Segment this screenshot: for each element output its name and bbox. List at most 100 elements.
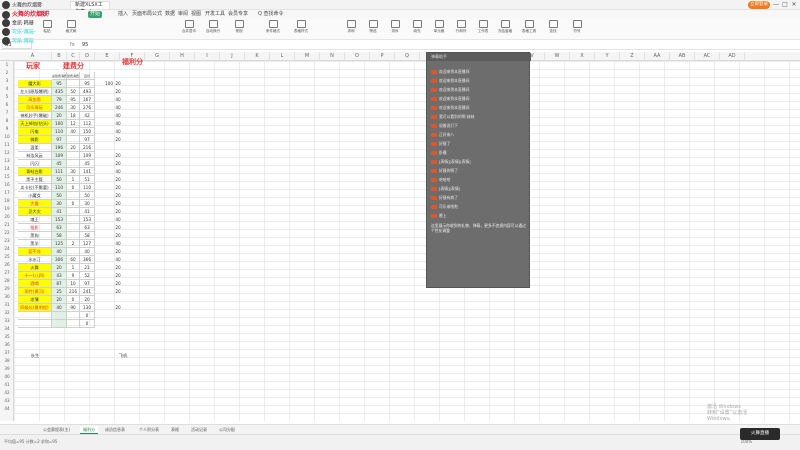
fee-cell[interactable]: 40 (67, 128, 80, 136)
total-fee-cell[interactable]: 109 (52, 152, 67, 160)
direct-pay-cell[interactable]: 42 (80, 112, 95, 120)
total-fee-cell[interactable]: 110 (52, 128, 67, 136)
total-fee-cell[interactable]: 25 (52, 288, 67, 296)
total-fee-cell[interactable]: 45 (52, 160, 67, 168)
maximize-icon[interactable]: □ (781, 1, 789, 9)
fee-cell[interactable]: 30 (67, 168, 80, 176)
worksheet-button[interactable]: 工作表 (472, 20, 494, 38)
total-fee-cell[interactable]: 79 (52, 96, 67, 104)
total-fee-cell[interactable] (52, 320, 67, 328)
total-fee-cell[interactable]: 30 (52, 200, 67, 208)
player-name-cell[interactable]: 凉薄 (18, 296, 52, 304)
chat-message[interactable]: 好骚的啊了 (431, 168, 458, 174)
player-name-cell[interactable]: 可乐再玩 (18, 104, 52, 112)
player-name-cell[interactable]: 闪闪 (18, 160, 52, 168)
player-name-cell[interactable]: 炎卡拉(不需要) (18, 184, 52, 192)
total-fee-cell[interactable]: 110 (52, 184, 67, 192)
total-fee-cell[interactable]: 20 (52, 296, 67, 304)
bonus-cell[interactable]: 20 (108, 304, 128, 312)
column-header-w[interactable]: W (545, 52, 570, 61)
total-fee-cell[interactable]: 306 (52, 256, 67, 264)
total-fee-cell[interactable]: 40 (52, 304, 67, 312)
wrap-text-button[interactable]: 自动换行 (202, 20, 224, 38)
player-name-cell[interactable]: 火舞 (18, 264, 52, 272)
chat-message[interactable]: 晚上 (431, 213, 447, 219)
table-style-button[interactable]: 表格样式 (290, 20, 312, 38)
bonus-cell[interactable]: 20 (108, 200, 128, 208)
fee-cell[interactable]: 1 (67, 264, 80, 272)
direct-pay-cell[interactable]: 216 (80, 144, 95, 152)
rows-columns-button[interactable]: 行和列 (450, 20, 472, 38)
player-name-cell[interactable]: 大量 (18, 200, 52, 208)
column-header-k[interactable]: K (245, 52, 270, 61)
table-tools-button[interactable]: 表格工具 (518, 20, 540, 38)
direct-pay-cell[interactable]: 20 (80, 296, 95, 304)
direct-pay-cell[interactable]: 276 (80, 104, 95, 112)
direct-pay-cell[interactable]: 58 (80, 232, 95, 240)
column-header-p[interactable]: P (370, 52, 395, 61)
menu-start-tab[interactable]: 开始 (88, 11, 102, 18)
fee-cell[interactable]: 12 (67, 120, 80, 128)
bonus-cell[interactable]: 40 (108, 240, 128, 248)
direct-pay-cell[interactable]: 97 (80, 280, 95, 288)
player-name-cell[interactable]: 酒喝 (18, 280, 52, 288)
fee-cell[interactable] (67, 152, 80, 160)
chat-message[interactable]: [表情][表情][表情] (431, 159, 471, 165)
fee-cell[interactable] (67, 232, 80, 240)
sheet-tab[interactable]: 表格 (168, 426, 182, 434)
chat-message[interactable]: 欢迎来到本直播间 (431, 78, 469, 84)
player-name-cell[interactable]: 青蛙白影 (18, 168, 52, 176)
total-fee-cell[interactable]: 196 (52, 144, 67, 152)
player-name-cell[interactable]: 见大灾 (18, 208, 52, 216)
fee-cell[interactable]: 95 (67, 96, 80, 104)
direct-pay-cell[interactable]: 109 (80, 152, 95, 160)
chat-message[interactable]: 好骚了 (431, 141, 450, 147)
column-header-ac[interactable]: AC (695, 52, 720, 61)
chat-message[interactable]: 好骚有病了 (431, 195, 458, 201)
total-fee-cell[interactable]: 43 (52, 272, 67, 280)
bonus-cell[interactable]: 20 (108, 272, 128, 280)
total-fee-cell[interactable] (52, 312, 67, 320)
freeze-panes-button[interactable]: 冻结窗格 (494, 20, 516, 38)
total-fee-cell[interactable]: 111 (52, 168, 67, 176)
player-name-cell[interactable]: 小魔女 (18, 192, 52, 200)
column-header-y[interactable]: Y (595, 52, 620, 61)
fee-cell[interactable]: 20 (67, 144, 80, 152)
chat-message[interactable]: 欢迎来到本直播间 (431, 105, 469, 111)
menu-member[interactable]: 会员专享 (228, 11, 248, 18)
fee-cell[interactable]: 0 (67, 184, 80, 192)
note-changsheng[interactable]: 长生 (20, 352, 50, 360)
bonus-cell[interactable]: 20 (108, 232, 128, 240)
total-fee-cell[interactable]: 20 (52, 112, 67, 120)
fee-cell[interactable] (67, 216, 80, 224)
column-header-q[interactable]: Q (395, 52, 420, 61)
subheader-cell[interactable]: 直付 (80, 72, 95, 80)
bonus-cell[interactable]: 20 (108, 248, 128, 256)
fee-cell[interactable]: 216 (67, 288, 80, 296)
direct-pay-cell[interactable]: 95 (80, 80, 95, 88)
column-header-m[interactable]: M (295, 52, 320, 61)
player-name-cell[interactable]: 魔大彩 (18, 80, 52, 88)
sort-button[interactable]: 排序 (384, 20, 406, 38)
player-name-cell[interactable] (18, 312, 52, 320)
close-icon[interactable]: ✕ (790, 1, 798, 9)
direct-pay-cell[interactable]: 241 (80, 288, 95, 296)
column-header-aa[interactable]: AA (645, 52, 670, 61)
fee-cell[interactable]: 10 (67, 280, 80, 288)
fee-cell[interactable]: 0 (67, 200, 80, 208)
bonus-cell[interactable]: 40 (108, 168, 128, 176)
bonus-cell[interactable]: 20 (108, 208, 128, 216)
fee-cell[interactable]: 90 (67, 304, 80, 312)
column-header-x[interactable]: X (570, 52, 595, 61)
symbol-button[interactable]: 符号 (566, 20, 588, 38)
player-name-cell[interactable]: 神机妙手(爆破) (18, 112, 52, 120)
menu-data[interactable]: 数据 (165, 11, 175, 18)
total-fee-cell[interactable]: 97 (52, 136, 67, 144)
player-name-cell[interactable]: 蓝不凉 (18, 248, 52, 256)
sheet-tab[interactable]: 成员信息表 (102, 426, 128, 434)
sheet-tab[interactable]: 个人积分表 (136, 426, 162, 434)
bonus-cell[interactable]: 20 (108, 192, 128, 200)
column-header-h[interactable]: H (170, 52, 195, 61)
subheader-cell[interactable]: 建费消费分 (67, 72, 80, 80)
direct-pay-cell[interactable]: 0 (80, 320, 95, 328)
